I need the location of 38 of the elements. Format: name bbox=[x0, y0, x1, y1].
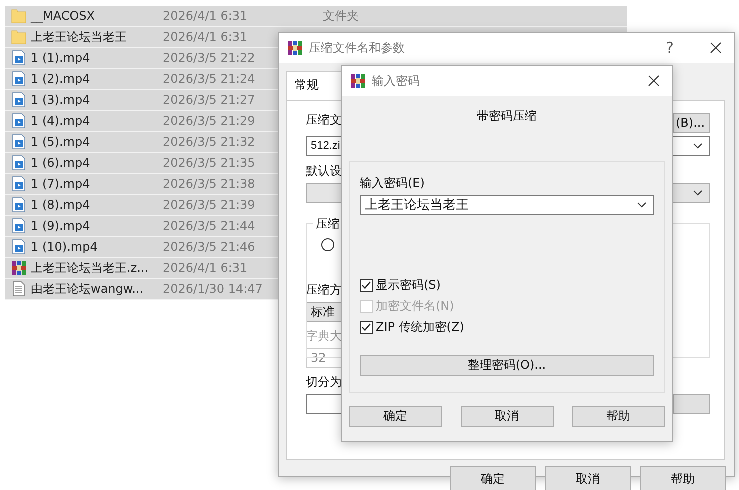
window-title: 压缩文件名和参数 bbox=[309, 40, 406, 56]
file-name: 1 (3).mp4 bbox=[31, 93, 90, 107]
field-label: 默认设 bbox=[306, 163, 342, 180]
field-label: 输入密码(E) bbox=[360, 175, 425, 192]
file-name: 1 (7).mp4 bbox=[31, 177, 90, 191]
file-date: 2026/3/5 21:29 bbox=[163, 114, 256, 128]
file-name: 1 (9).mp4 bbox=[31, 219, 90, 233]
dialog-heading: 带密码压缩 bbox=[477, 108, 537, 125]
file-name: 1 (5).mp4 bbox=[31, 135, 90, 149]
file-name: 上老王论坛当老王 bbox=[31, 28, 127, 46]
file-date: 2026/4/1 6:31 bbox=[163, 261, 248, 275]
file-date: 2026/3/5 21:32 bbox=[163, 135, 256, 149]
file-date: 2026/3/5 21:39 bbox=[163, 198, 256, 212]
file-date: 2026/1/30 14:47 bbox=[163, 282, 263, 296]
file-date: 2026/3/5 21:27 bbox=[163, 93, 256, 107]
file-name: 1 (1).mp4 bbox=[31, 51, 90, 65]
file-date: 2026/3/5 21:24 bbox=[163, 72, 256, 86]
file-date: 2026/4/1 6:31 bbox=[163, 30, 248, 44]
file-name: 1 (2).mp4 bbox=[31, 72, 90, 86]
field-label: 压缩文 bbox=[306, 112, 342, 129]
file-date: 2026/4/1 6:31 bbox=[163, 9, 248, 23]
file-date: 2026/3/5 21:22 bbox=[163, 51, 256, 65]
file-name: 1 (10).mp4 bbox=[31, 240, 98, 254]
file-type: 文件夹 bbox=[323, 8, 359, 24]
file-name: __MACOSX bbox=[31, 9, 96, 23]
file-date: 2026/3/5 21:35 bbox=[163, 156, 256, 170]
file-name: 1 (6).mp4 bbox=[31, 156, 90, 170]
file-date: 2026/3/5 21:38 bbox=[163, 177, 256, 191]
file-name: 由老王论坛wangw... bbox=[31, 280, 144, 298]
file-name: 1 (4).mp4 bbox=[31, 114, 90, 128]
file-name: 1 (8).mp4 bbox=[31, 198, 90, 212]
file-date: 2026/3/5 21:44 bbox=[163, 219, 256, 233]
field-label: 字典大 bbox=[306, 328, 342, 345]
field-label: 压缩方 bbox=[306, 282, 342, 299]
window-title: 输入密码 bbox=[372, 72, 421, 90]
file-name: 上老王论坛当老王.z... bbox=[31, 260, 149, 276]
file-date: 2026/3/5 21:46 bbox=[163, 240, 256, 254]
field-label: 切分为 bbox=[306, 374, 342, 391]
